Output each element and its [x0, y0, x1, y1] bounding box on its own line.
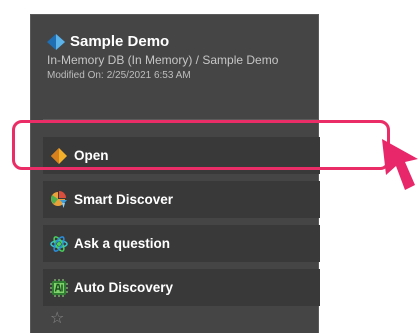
auto-discovery-label: Auto Discovery — [74, 280, 174, 295]
open-label: Open — [74, 148, 109, 163]
open-menu-item[interactable]: Open — [43, 137, 320, 174]
smart-discover-icon — [49, 190, 69, 209]
item-title: Sample Demo — [70, 33, 170, 50]
modified-label: Modified On: — [47, 70, 104, 81]
auto-discovery-icon — [49, 278, 69, 297]
item-path: In-Memory DB (In Memory) / Sample Demo — [47, 53, 279, 67]
smart-discover-menu-item[interactable]: Smart Discover — [43, 181, 320, 218]
auto-discovery-menu-item[interactable]: Auto Discovery — [43, 269, 320, 306]
favorite-star-icon[interactable]: ☆ — [50, 311, 64, 327]
separator — [43, 119, 318, 120]
context-panel: Sample Demo In-Memory DB (In Memory) / S… — [30, 14, 320, 333]
diamond-icon — [47, 33, 65, 50]
ask-question-icon — [49, 235, 69, 253]
modified-info: Modified On: 2/25/2021 6:53 AM — [47, 70, 312, 81]
modified-value: 2/25/2021 6:53 AM — [106, 70, 191, 81]
item-header: Sample Demo In-Memory DB (In Memory) / S… — [47, 33, 312, 81]
smart-discover-label: Smart Discover — [74, 192, 174, 207]
ask-question-menu-item[interactable]: Ask a question — [43, 225, 320, 262]
ask-question-label: Ask a question — [74, 236, 171, 251]
open-icon — [49, 147, 69, 165]
pointer-arrow-icon — [382, 139, 418, 190]
title-row: Sample Demo — [47, 33, 312, 50]
